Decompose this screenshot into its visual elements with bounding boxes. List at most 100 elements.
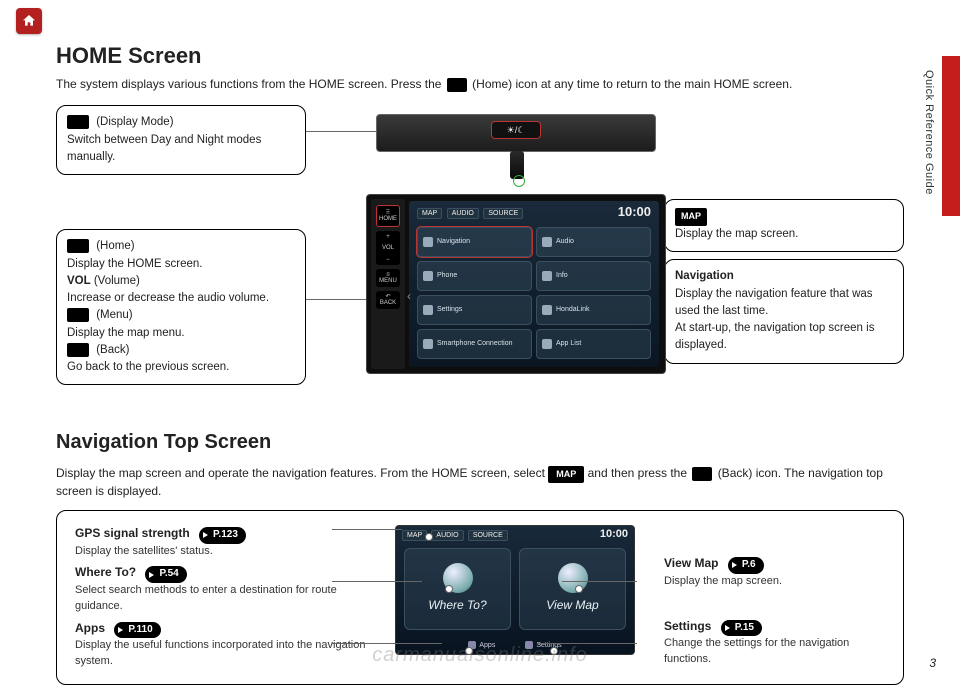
- side-back-button: ↶BACK: [376, 291, 400, 309]
- home-btn-desc: Display the HOME screen.: [67, 256, 295, 273]
- callout-side-buttons: (Home) Display the HOME screen. VOL (Vol…: [56, 229, 306, 385]
- section2-intro: Display the map screen and operate the n…: [56, 465, 904, 500]
- side-button-strip: ⠿HOME +VOL− ≡MENU ↶BACK: [371, 199, 405, 369]
- whereto-desc: Select search methods to enter a destina…: [75, 583, 375, 615]
- gps-desc: Display the satellites' status.: [75, 544, 375, 560]
- apps-desc: Display the useful functions incorporate…: [75, 638, 375, 670]
- menu-btn-icon: [67, 308, 89, 322]
- head-unit: ⠿HOME +VOL− ≡MENU ↶BACK MAP AUDIO SOURCE…: [366, 194, 666, 374]
- nav-top-screen: MAP AUDIO SOURCE 10:00 Where To?: [395, 525, 635, 655]
- connector-dot: [575, 585, 583, 593]
- intro-text-a: The system displays various functions fr…: [56, 77, 445, 91]
- display-mode-label: (Display Mode): [96, 116, 173, 128]
- map-badge: MAP: [675, 208, 707, 226]
- nav-screen-column: MAP AUDIO SOURCE 10:00 Where To?: [390, 525, 640, 670]
- nav-tab-map: MAP: [402, 530, 427, 541]
- display-mode-icon: [67, 115, 89, 129]
- connector: [332, 643, 442, 644]
- back-btn-label: (Back): [96, 344, 129, 356]
- page-ref: P.123: [199, 527, 246, 544]
- entry-viewmap: View Map P.6 Display the map screen.: [664, 555, 885, 589]
- display-mode-desc: Switch between Day and Night modes manua…: [67, 134, 261, 163]
- entry-settings: Settings P.15 Change the settings for th…: [664, 618, 885, 668]
- connector-dot: [550, 647, 558, 655]
- connector-dot: [445, 585, 453, 593]
- entry-whereto: Where To? P.54 Select search methods to …: [75, 564, 380, 614]
- side-vol-button: +VOL−: [376, 231, 400, 265]
- tile-view-map: View Map: [519, 548, 626, 630]
- nav-desc1: Display the navigation feature that was …: [675, 286, 893, 321]
- tile-applist: App List: [536, 329, 651, 359]
- section-tab: [942, 56, 960, 216]
- section2-title: Navigation Top Screen: [56, 428, 904, 457]
- connector: [332, 529, 402, 530]
- menu-btn-desc: Display the map menu.: [67, 325, 295, 342]
- tile-phone: Phone: [417, 261, 532, 291]
- map-desc: Display the map screen.: [675, 228, 798, 240]
- tile-info: Info: [536, 261, 651, 291]
- settings-title: Settings: [664, 618, 711, 635]
- page-ref: P.15: [721, 620, 762, 637]
- chevron-left-icon: ‹: [407, 288, 411, 305]
- tab-audio: AUDIO: [447, 208, 479, 219]
- callout-navigation: Navigation Display the navigation featur…: [664, 259, 904, 363]
- home-screen-display: MAP AUDIO SOURCE 10:00 ‹ Navigation Audi…: [409, 201, 659, 367]
- tab-source: SOURCE: [483, 208, 523, 219]
- s2-intro-a: Display the map screen and operate the n…: [56, 466, 548, 480]
- tile-navigation: Navigation: [417, 227, 532, 257]
- page-ref: P.54: [145, 566, 186, 583]
- pin-icon: [558, 563, 588, 593]
- connector: [332, 581, 422, 582]
- device-illustration: ☀/☾ ⠿HOME +VOL− ≡MENU ↶BACK MAP AUDIO S: [366, 99, 666, 399]
- page-content: HOME Screen The system displays various …: [56, 40, 904, 648]
- section2-frame: GPS signal strength P.123 Display the sa…: [56, 510, 904, 685]
- entry-apps: Apps P.110 Display the useful functions …: [75, 620, 380, 670]
- side-menu-button: ≡MENU: [376, 269, 400, 287]
- side-label: Quick Reference Guide: [920, 70, 936, 195]
- apps-title: Apps: [75, 620, 105, 637]
- display-mode-button: ☀/☾: [491, 121, 541, 139]
- nav-tab-audio: AUDIO: [431, 530, 463, 541]
- tile-where-to: Where To?: [404, 548, 511, 630]
- home-corner-icon: [16, 8, 42, 34]
- nav-title: Navigation: [675, 268, 893, 285]
- tile-settings: Settings: [417, 295, 532, 325]
- back-btn-icon: [67, 343, 89, 357]
- power-icon: [513, 175, 525, 187]
- callout-map: MAP Display the map screen.: [664, 199, 904, 252]
- device-topbar: ☀/☾: [376, 114, 656, 152]
- right-entries: View Map P.6 Display the map screen. Set…: [640, 525, 885, 670]
- tile-hondalink: HondaLink: [536, 295, 651, 325]
- vol-label: VOL: [67, 275, 91, 287]
- tab-map: MAP: [417, 208, 442, 219]
- section1-title: HOME Screen: [56, 40, 904, 72]
- home-btn-label: (Home): [96, 240, 134, 252]
- callout-display-mode: (Display Mode) Switch between Day and Ni…: [56, 105, 306, 175]
- home-btn-icon: [67, 239, 89, 253]
- nav-tab-source: SOURCE: [468, 530, 508, 541]
- page-ref: P.110: [114, 622, 160, 639]
- section1-figure: (Display Mode) Switch between Day and Ni…: [56, 99, 904, 404]
- home-grid: ‹ Navigation Audio Phone Info Settings H…: [409, 223, 659, 367]
- vol-desc: Increase or decrease the audio volume.: [67, 290, 295, 307]
- intro-text-b: (Home) icon at any time to return to the…: [472, 77, 792, 91]
- nav-desc2: At start-up, the navigation top screen i…: [675, 320, 893, 355]
- whereto-title: Where To?: [75, 564, 136, 581]
- connector: [537, 643, 637, 644]
- clock: 10:00: [618, 203, 651, 222]
- entry-gps: GPS signal strength P.123 Display the sa…: [75, 525, 380, 559]
- page-number: 3: [929, 655, 936, 672]
- map-button-inline: MAP: [548, 466, 584, 483]
- screen-topbar: MAP AUDIO SOURCE 10:00: [409, 201, 659, 223]
- menu-btn-label: (Menu): [96, 309, 132, 321]
- viewmap-desc: Display the map screen.: [664, 574, 885, 590]
- vol-sub: (Volume): [94, 275, 140, 287]
- left-entries: GPS signal strength P.123 Display the sa…: [75, 525, 390, 670]
- section1-intro: The system displays various functions fr…: [56, 76, 904, 93]
- back-btn-desc: Go back to the previous screen.: [67, 359, 295, 376]
- side-home-button: ⠿HOME: [376, 205, 400, 227]
- gps-title: GPS signal strength: [75, 525, 190, 542]
- back-icon: [692, 467, 712, 481]
- connector-dot: [465, 647, 473, 655]
- settings-desc: Change the settings for the navigation f…: [664, 636, 885, 668]
